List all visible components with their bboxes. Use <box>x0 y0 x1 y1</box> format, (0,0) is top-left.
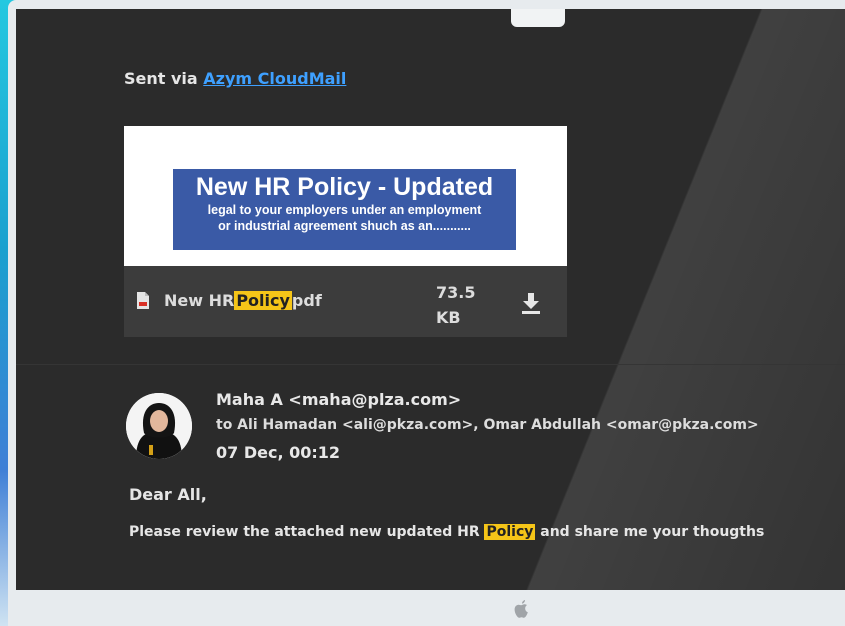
body-text-end: and share me your thougths <box>540 524 765 540</box>
apple-logo-icon <box>514 600 528 618</box>
body-text-start: Please review the attached new updated H… <box>129 524 480 540</box>
sent-via-link[interactable]: Azym CloudMail <box>203 69 346 88</box>
search-highlight: Policy <box>234 291 292 310</box>
attachment-size-value: 73.5 <box>436 283 476 302</box>
download-icon[interactable] <box>521 292 541 314</box>
preview-subtitle-1: legal to your employers under an employm… <box>207 203 482 217</box>
email-greeting: Dear All, <box>129 485 207 504</box>
camera-notch <box>511 9 565 27</box>
email-view: Sent via Azym CloudMail New HR Policy - … <box>16 9 845 590</box>
attachment-bar[interactable]: New HR Policy pdf 73.5 KB <box>124 266 567 337</box>
avatar-image <box>126 393 192 459</box>
attachment-name-suffix: pdf <box>291 291 322 310</box>
recipients[interactable]: to Ali Hamadan <ali@pkza.com>, Omar Abdu… <box>216 417 759 433</box>
preview-banner: New HR Policy - Updated legal to your em… <box>173 169 516 250</box>
sent-via-label: Sent via <box>124 69 198 88</box>
divider <box>16 364 845 365</box>
pdf-file-icon <box>137 292 149 309</box>
attachment-size: 73.5 KB <box>436 280 475 330</box>
preview-subtitle-2: or industrial agreement shuch as an.....… <box>218 219 471 233</box>
attachment-size-unit: KB <box>436 308 461 327</box>
sent-date: 07 Dec, 00:12 <box>216 443 341 462</box>
attachment-name-prefix: New HR <box>164 291 235 310</box>
sender-from[interactable]: Maha A <maha@plza.com> <box>216 390 461 409</box>
email-body: Please review the attached new updated H… <box>129 524 764 540</box>
preview-title: New HR Policy - Updated <box>195 173 494 201</box>
sender-avatar[interactable] <box>126 393 192 459</box>
attachment-preview[interactable]: New HR Policy - Updated legal to your em… <box>124 126 567 266</box>
search-highlight: Policy <box>484 524 536 540</box>
sent-via: Sent via Azym CloudMail <box>124 69 346 88</box>
attachment-name[interactable]: New HR Policy pdf <box>164 291 322 310</box>
